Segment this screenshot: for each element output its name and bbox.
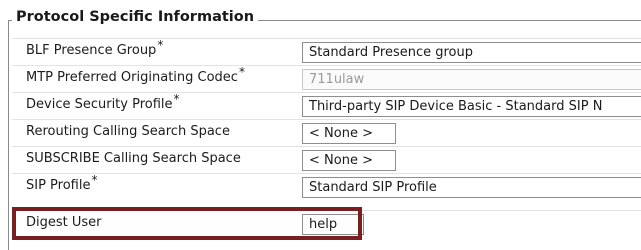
field-row-rerouting-css: Rerouting Calling Search Space < None > [12,119,641,147]
field-row-subscribe-css: SUBSCRIBE Calling Search Space < None > [12,146,641,174]
field-label: Rerouting Calling Search Space [26,124,230,139]
rerouting-css-select[interactable]: < None > [302,123,396,144]
field-label: SUBSCRIBE Calling Search Space [26,151,241,166]
required-marker: * [91,173,98,187]
required-marker: * [157,38,164,52]
field-label: BLF Presence Group [26,43,157,58]
digest-user-select[interactable]: help [302,214,364,235]
required-marker: * [238,65,245,79]
field-label: SIP Profile [26,178,91,193]
field-row-blf-presence-group: BLF Presence Group* Standard Presence gr… [12,38,641,66]
blf-presence-group-select[interactable]: Standard Presence group [302,42,641,63]
field-row-mtp-codec: MTP Preferred Originating Codec* 711ulaw [12,65,641,93]
field-label: Digest User [26,215,102,230]
field-row-sip-profile: SIP Profile* Standard SIP Profile [12,173,641,201]
field-label: Device Security Profile [26,97,173,112]
field-row-device-security-profile: Device Security Profile* Third-party SIP… [12,92,641,120]
required-marker: * [173,92,180,106]
field-label: MTP Preferred Originating Codec [26,70,238,85]
field-row-digest-user: Digest User help [12,210,641,238]
mtp-codec-select: 711ulaw [302,69,641,90]
subscribe-css-select[interactable]: < None > [302,150,396,171]
section-title: Protocol Specific Information [12,9,259,25]
sip-profile-select[interactable]: Standard SIP Profile [302,177,641,198]
device-security-profile-select[interactable]: Third-party SIP Device Basic - Standard … [302,96,641,117]
